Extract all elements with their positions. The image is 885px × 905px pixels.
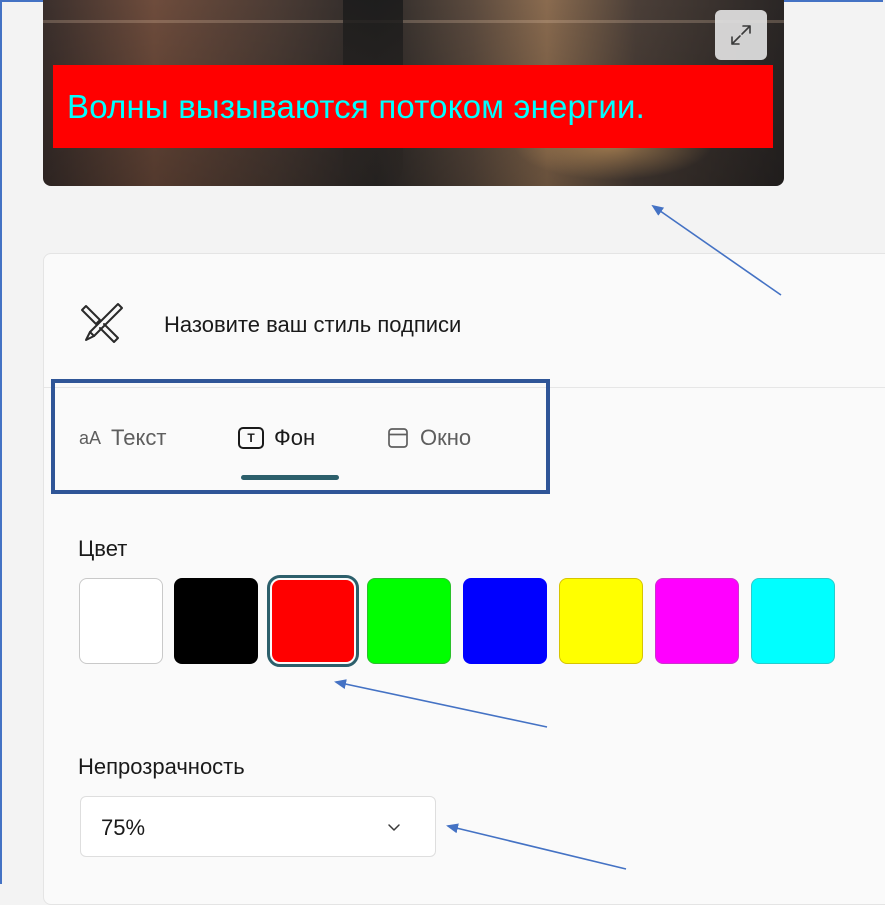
tab-text[interactable]: aA Текст (79, 425, 166, 451)
pen-icon (81, 303, 123, 343)
chevron-down-icon (388, 824, 400, 831)
opacity-label: Непрозрачность (78, 754, 245, 779)
color-label: Цвет (78, 536, 128, 561)
caption-style-header: Назовите ваш стиль подписи (44, 254, 885, 388)
color-swatch-white[interactable] (79, 578, 163, 664)
opacity-value: 75% (101, 815, 146, 840)
caption-text: Волны вызываются потоком энергии. (67, 87, 645, 125)
tab-background-label: Фон (274, 425, 316, 450)
color-swatch-black[interactable] (174, 578, 258, 664)
tab-window-label: Окно (420, 425, 472, 450)
caption-style-title: Назовите ваш стиль подписи (164, 312, 462, 337)
tabs-annotation-box: aA Текст T Фон Окно (51, 379, 550, 494)
color-swatch-cyan[interactable] (751, 578, 835, 664)
tab-background[interactable]: T Фон (238, 425, 315, 451)
text-box-icon: T (238, 427, 264, 449)
tab-window[interactable]: Окно (386, 425, 471, 451)
color-swatch-red[interactable] (267, 575, 359, 667)
text-box-icon-glyph: T (247, 431, 255, 445)
tab-text-label: Текст (111, 425, 167, 450)
active-tab-indicator (241, 475, 339, 480)
expand-icon (731, 25, 751, 45)
color-swatch-magenta[interactable] (655, 578, 739, 664)
opacity-dropdown[interactable]: 75% (80, 796, 436, 857)
expand-button[interactable] (715, 10, 767, 60)
window-icon (388, 428, 408, 448)
color-swatch-yellow[interactable] (559, 578, 643, 664)
preview-railing (43, 20, 784, 23)
caption-background: Волны вызываются потоком энергии. (53, 65, 773, 148)
text-size-icon: aA (79, 427, 102, 448)
caption-preview: Волны вызываются потоком энергии. (43, 0, 784, 186)
color-swatch-blue[interactable] (463, 578, 547, 664)
color-swatch-green[interactable] (367, 578, 451, 664)
